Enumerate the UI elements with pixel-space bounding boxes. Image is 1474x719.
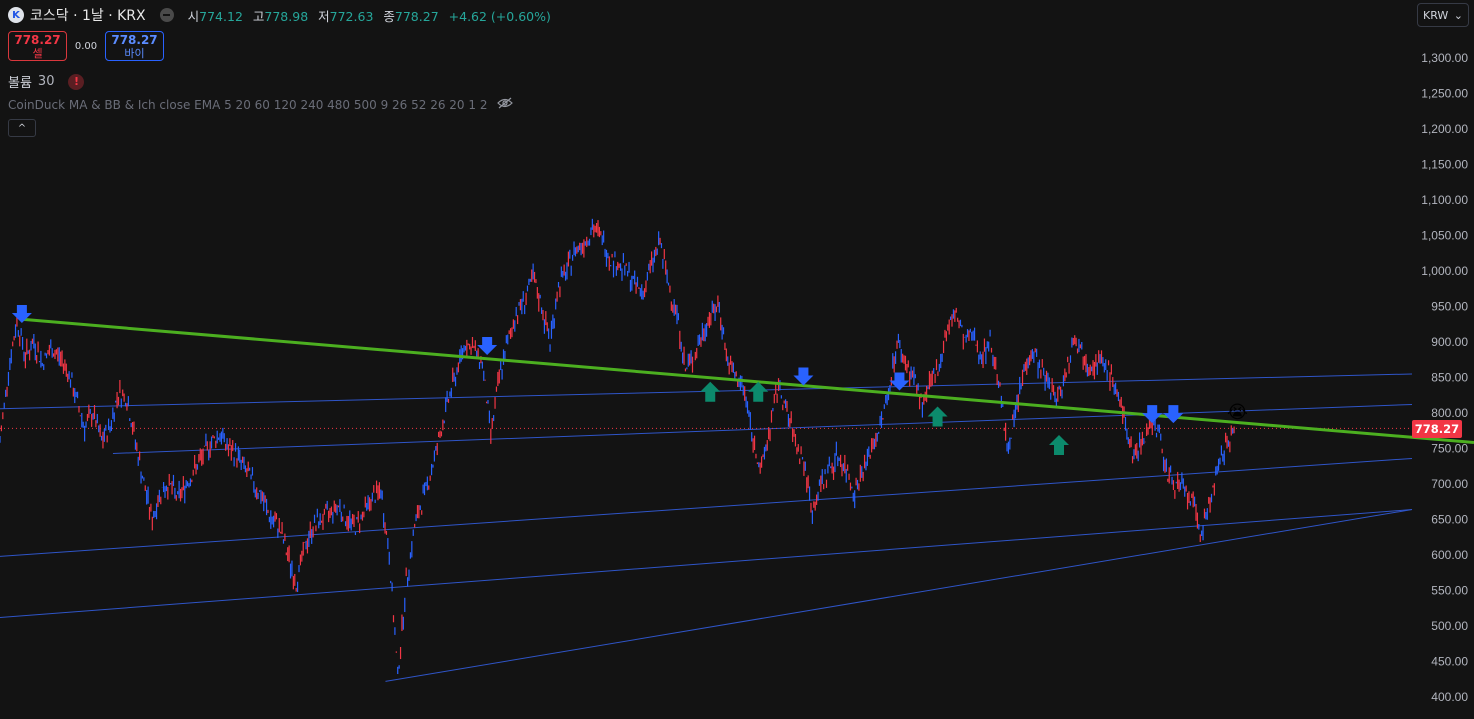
change-value: +4.62 (+0.60%) bbox=[448, 8, 551, 24]
y-tick-label: 1,250.00 bbox=[1421, 87, 1468, 101]
volume-value: 30 bbox=[37, 74, 55, 89]
y-tick-label: 1,100.00 bbox=[1421, 193, 1468, 207]
sell-price: 778.27 bbox=[14, 33, 61, 47]
chevron-up-icon: ^ bbox=[17, 122, 27, 134]
eye-off-icon[interactable] bbox=[497, 97, 514, 113]
indicator-name: CoinDuck MA & BB & Ich close EMA 5 20 60… bbox=[8, 98, 488, 112]
trendline bbox=[21, 317, 1474, 445]
y-tick-label: 500.00 bbox=[1431, 619, 1468, 633]
warning-icon[interactable]: ! bbox=[68, 73, 85, 90]
open-value: 774.12 bbox=[199, 8, 243, 24]
y-tick-label: 400.00 bbox=[1431, 690, 1468, 704]
y-tick-label: 1,200.00 bbox=[1421, 122, 1468, 136]
low-label: 저 bbox=[318, 8, 330, 24]
volume-label: 볼륨 bbox=[8, 76, 32, 91]
buy-label: 바이 bbox=[124, 47, 145, 60]
currency-select[interactable]: KRW ⌄ bbox=[1417, 3, 1469, 27]
y-tick-label: 700.00 bbox=[1431, 477, 1468, 491]
up-arrow-icon bbox=[1049, 434, 1069, 455]
symbol-header: K 코스닥 · 1날 · KRX 시774.12 고778.98 저772.63… bbox=[8, 5, 551, 25]
down-arrow-icon bbox=[477, 336, 498, 355]
y-tick-label: 1,050.00 bbox=[1421, 229, 1468, 243]
y-tick-label: 450.00 bbox=[1431, 655, 1468, 669]
y-tick-label: 1,000.00 bbox=[1421, 264, 1468, 278]
chevron-down-icon: ⌄ bbox=[1453, 8, 1463, 22]
volume-legend[interactable]: 볼륨 30 ! bbox=[8, 72, 85, 91]
symbol-title[interactable]: 코스닥 · 1날 · KRX bbox=[30, 5, 146, 25]
crying-face-icon: 😭 bbox=[1227, 402, 1248, 423]
y-tick-label: 850.00 bbox=[1431, 371, 1468, 385]
channel-line bbox=[385, 509, 1413, 682]
logo-icon[interactable]: K bbox=[8, 7, 24, 23]
y-tick-label: 550.00 bbox=[1431, 584, 1468, 598]
y-tick-label: 750.00 bbox=[1431, 442, 1468, 456]
y-tick-label: 1,150.00 bbox=[1421, 158, 1468, 172]
up-arrow-icon bbox=[748, 381, 769, 402]
indicator-legend[interactable]: CoinDuck MA & BB & Ich close EMA 5 20 60… bbox=[8, 97, 514, 113]
high-label: 고 bbox=[252, 8, 265, 24]
trade-panel: 778.27 셀 0.00 778.27 바이 bbox=[8, 31, 164, 61]
down-arrow-icon bbox=[889, 372, 910, 391]
y-tick-label: 800.00 bbox=[1431, 406, 1468, 420]
down-arrow-icon bbox=[793, 367, 814, 386]
low-value: 772.63 bbox=[329, 8, 374, 24]
y-tick-label: 1,300.00 bbox=[1421, 51, 1468, 65]
y-tick-label: 950.00 bbox=[1431, 300, 1468, 314]
minus-icon[interactable] bbox=[159, 8, 174, 22]
y-tick-label: 650.00 bbox=[1431, 513, 1468, 527]
close-value: 778.27 bbox=[394, 8, 439, 24]
sell-label: 셀 bbox=[32, 47, 43, 60]
y-tick-label: 600.00 bbox=[1431, 548, 1468, 562]
channel-line bbox=[112, 403, 1413, 454]
y-tick-label: 900.00 bbox=[1431, 335, 1468, 349]
open-label: 시 bbox=[187, 8, 200, 24]
buy-button[interactable]: 778.27 바이 bbox=[105, 31, 164, 61]
channel-line bbox=[0, 509, 1413, 618]
spread-value: 0.00 bbox=[74, 40, 98, 52]
up-arrow-icon bbox=[927, 406, 948, 427]
sell-button[interactable]: 778.27 셀 bbox=[8, 31, 67, 61]
up-arrow-icon bbox=[700, 381, 721, 402]
close-label: 종 bbox=[383, 8, 395, 24]
last-price-tag: 778.27 bbox=[1412, 420, 1462, 438]
currency-value: KRW bbox=[1423, 8, 1449, 22]
high-value: 778.98 bbox=[264, 8, 309, 24]
ohlc-readout: 시774.12 고778.98 저772.63 종778.27 +4.62 (+… bbox=[188, 6, 551, 25]
buy-price: 778.27 bbox=[111, 33, 158, 47]
down-arrow-icon bbox=[1163, 405, 1184, 424]
collapse-legend-button[interactable]: ^ bbox=[8, 119, 36, 137]
down-arrow-icon bbox=[1142, 405, 1163, 424]
